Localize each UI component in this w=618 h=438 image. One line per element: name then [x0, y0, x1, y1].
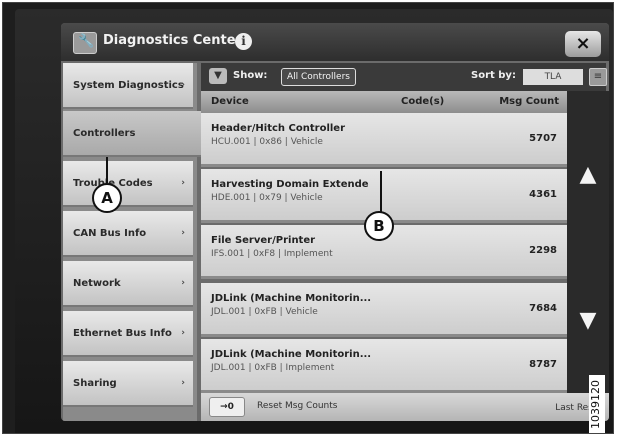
scrollbar[interactable]: ▲ ▼ [567, 91, 609, 393]
sidebar-item-label: Sharing [73, 377, 117, 389]
sidebar-item-system-diagnostics[interactable]: System Diagnostics › [63, 63, 193, 109]
device-name: JDLink (Machine Monitorin... [211, 349, 372, 360]
reset-msg-counts-label: Reset Msg Counts [257, 401, 338, 411]
device-details: JDL.001 | 0xFB | Implement [211, 363, 335, 373]
filter-icon[interactable]: ▼ [209, 68, 227, 84]
list-menu-icon[interactable]: ≡ [589, 68, 607, 86]
device-name: JDLink (Machine Monitorin... [211, 293, 372, 304]
device-name: File Server/Printer [211, 235, 316, 246]
sidebar-item-label: Ethernet Bus Info [73, 327, 172, 339]
sort-dropdown[interactable]: TLA [523, 69, 583, 85]
chevron-right-icon: › [181, 228, 185, 238]
callout-a: A [92, 183, 122, 213]
chevron-right-icon: › [181, 80, 185, 90]
msg-count: 2298 [529, 245, 557, 256]
callout-b-leader [380, 171, 382, 213]
sidebar-item-label: Controllers [73, 127, 136, 139]
table-header: Device Code(s) Msg Count [201, 91, 567, 113]
scroll-up-icon[interactable]: ▲ [571, 155, 605, 195]
scroll-down-icon[interactable]: ▼ [571, 301, 605, 341]
bottom-bar: →0 Reset Msg Counts Last Reset: [201, 393, 609, 421]
sidebar-item-network[interactable]: Network › [63, 261, 193, 307]
sort-label: Sort by: [471, 70, 516, 81]
chevron-right-icon: › [181, 378, 185, 388]
table-row[interactable]: Header/Hitch Controller HCU.001 | 0x86 |… [201, 113, 567, 167]
chevron-right-icon: › [181, 278, 185, 288]
callout-a-leader [106, 157, 108, 183]
callout-b: B [364, 211, 394, 241]
msg-count: 5707 [529, 133, 557, 144]
title-bar: 🔧 Diagnostics Center i × [61, 23, 609, 61]
show-dropdown[interactable]: All Controllers [281, 68, 356, 86]
msg-count: 4361 [529, 189, 557, 200]
figure-frame: 🔧 Diagnostics Center i × System Diagnost… [2, 2, 614, 434]
column-header-msg-count[interactable]: Msg Count [499, 96, 559, 107]
column-header-device[interactable]: Device [211, 96, 249, 107]
reset-msg-counts-button[interactable]: →0 [209, 397, 245, 417]
device-details: IFS.001 | 0xF8 | Implement [211, 249, 333, 259]
chevron-right-icon: › [181, 178, 185, 188]
sidebar-item-ethernet-bus-info[interactable]: Ethernet Bus Info › [63, 311, 193, 357]
show-label: Show: [233, 70, 268, 81]
device-details: HDE.001 | 0x79 | Vehicle [211, 193, 323, 203]
wrench-icon: 🔧 [73, 32, 97, 54]
filter-toolbar: ▼ Show: All Controllers Sort by: TLA ≡ [201, 63, 607, 91]
column-header-codes[interactable]: Code(s) [401, 96, 444, 107]
display-screen: 🔧 Diagnostics Center i × System Diagnost… [61, 23, 609, 421]
sidebar: System Diagnostics › Controllers Trouble… [63, 63, 201, 421]
sidebar-item-trouble-codes[interactable]: Trouble Codes › [63, 161, 193, 207]
figure-number: 1039120 [589, 375, 605, 433]
msg-count: 8787 [529, 359, 557, 370]
msg-count: 7684 [529, 303, 557, 314]
device-name: Harvesting Domain Extende [211, 179, 369, 190]
sidebar-item-controllers[interactable]: Controllers [63, 111, 201, 157]
sidebar-item-label: CAN Bus Info [73, 227, 147, 239]
chevron-right-icon: › [181, 328, 185, 338]
sidebar-item-can-bus-info[interactable]: CAN Bus Info › [63, 211, 193, 257]
sidebar-item-sharing[interactable]: Sharing › [63, 361, 193, 407]
sidebar-item-label: System Diagnostics [73, 79, 184, 91]
sidebar-item-label: Network [73, 277, 121, 289]
device-details: HCU.001 | 0x86 | Vehicle [211, 137, 323, 147]
device-name: Header/Hitch Controller [211, 123, 346, 134]
close-button[interactable]: × [565, 31, 601, 57]
window-title: Diagnostics Center [103, 33, 242, 48]
info-icon[interactable]: i [235, 33, 252, 50]
table-row[interactable]: JDLink (Machine Monitorin... JDL.001 | 0… [201, 283, 567, 337]
table-row[interactable]: JDLink (Machine Monitorin... JDL.001 | 0… [201, 339, 567, 393]
device-details: JDL.001 | 0xFB | Vehicle [211, 307, 318, 317]
